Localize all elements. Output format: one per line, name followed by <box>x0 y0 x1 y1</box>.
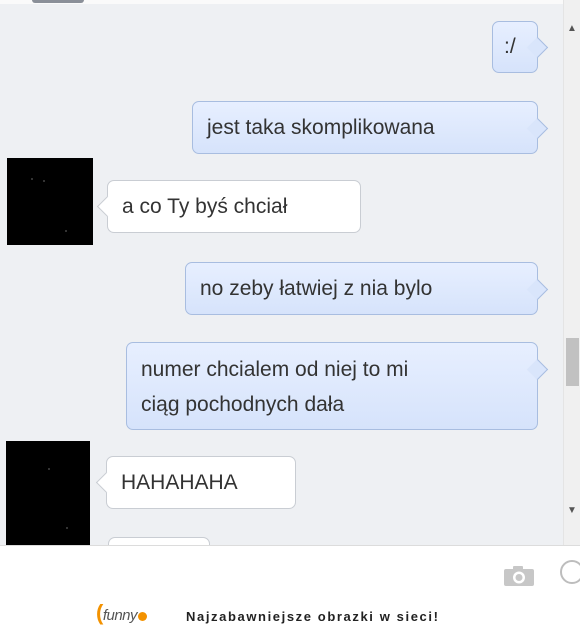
message-bubble-partial <box>108 537 210 545</box>
scroll-up-arrow-icon[interactable]: ▲ <box>567 24 577 34</box>
message-bubble-incoming: HAHAHAHA <box>106 456 296 509</box>
funny-logo: (funny <box>96 600 148 626</box>
message-text: HAHAHAHA <box>121 471 238 494</box>
message-bubble-outgoing: numer chcialem od niej to mi ciąg pochod… <box>126 342 538 430</box>
message-text: :/ <box>504 35 516 58</box>
scrollbar[interactable]: ▲ ▼ <box>563 0 580 545</box>
smiley-icon[interactable] <box>560 560 580 584</box>
message-composer[interactable] <box>0 545 580 596</box>
top-strip <box>0 0 563 4</box>
watermark-footer: (funny Najzabawniejsze obrazki w sieci! <box>0 596 580 638</box>
contact-avatar[interactable] <box>7 158 93 245</box>
avatar-partial <box>32 0 84 3</box>
message-bubble-outgoing: no zeby łatwiej z nia bylo <box>185 262 538 315</box>
message-text: a co Ty byś chciał <box>122 195 288 218</box>
camera-icon[interactable] <box>504 566 534 586</box>
message-text: no zeby łatwiej z nia bylo <box>200 277 433 300</box>
contact-avatar[interactable] <box>6 441 90 545</box>
message-bubble-incoming: a co Ty byś chciał <box>107 180 361 233</box>
scrollbar-thumb[interactable] <box>566 338 579 386</box>
message-text-line: ciąg pochodnych dała <box>141 393 345 416</box>
message-text: jest taka skomplikowana <box>207 116 435 139</box>
chat-area: :/ jest taka skomplikowana a co Ty byś c… <box>0 0 580 545</box>
message-text-line: numer chcialem od niej to mi <box>141 358 409 381</box>
message-bubble-outgoing: jest taka skomplikowana <box>192 101 538 154</box>
footer-tagline: Najzabawniejsze obrazki w sieci! <box>186 609 440 624</box>
scroll-down-arrow-icon[interactable]: ▼ <box>567 506 577 516</box>
